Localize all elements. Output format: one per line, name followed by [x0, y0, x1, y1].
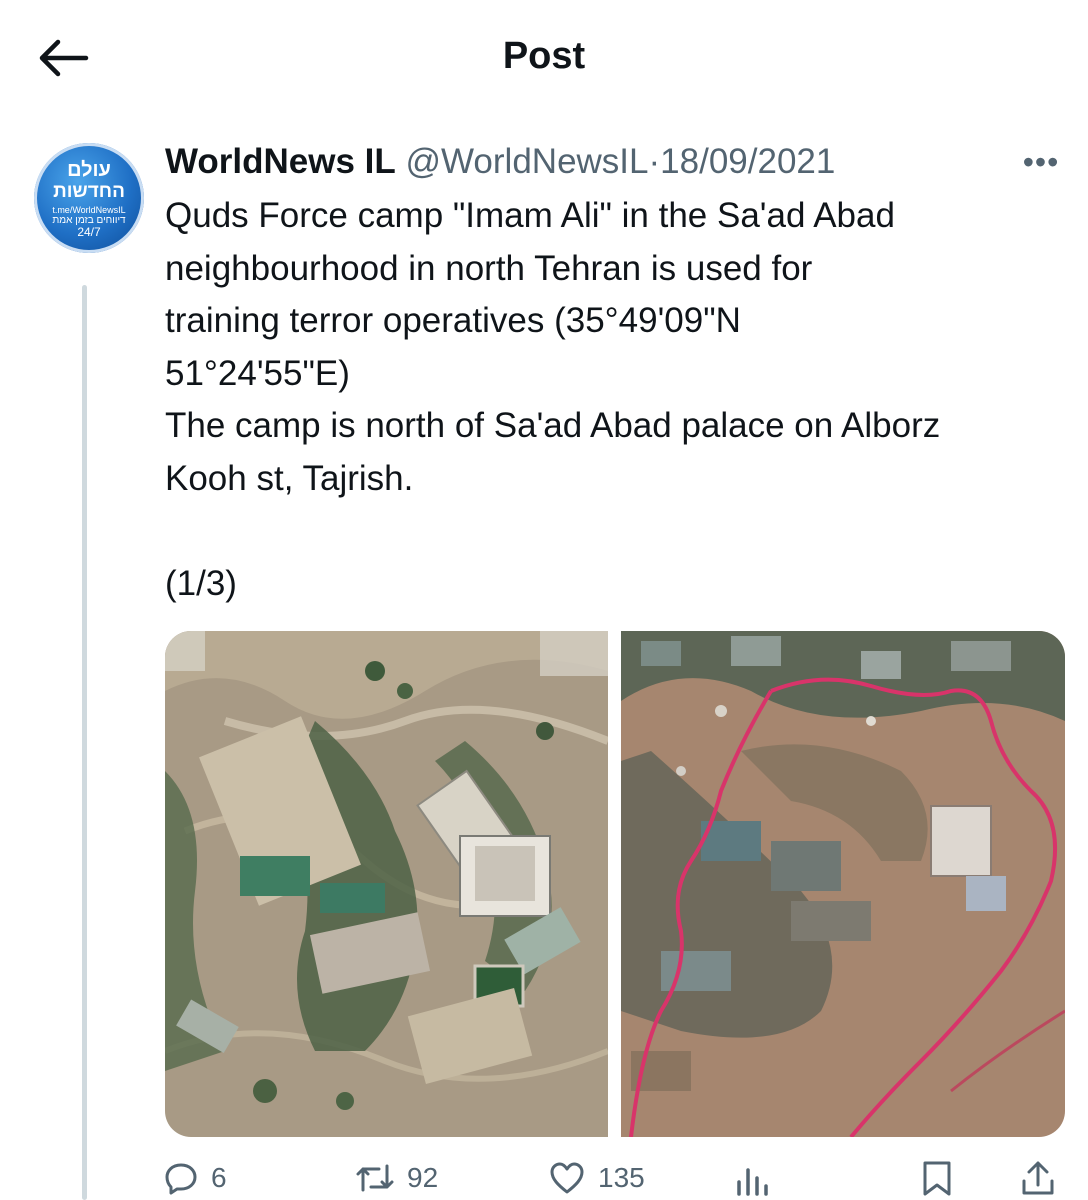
separator-dot: ·: [648, 142, 661, 181]
reply-count: 6: [211, 1162, 227, 1193]
tweet-text-line: training terror operatives (35°49'09"N: [165, 301, 741, 340]
reply-bubble-icon: [165, 1163, 197, 1195]
media-grid: [165, 631, 1065, 1137]
display-name[interactable]: WorldNews IL: [165, 142, 396, 181]
tweet-text-line: Kooh st, Tajrish.: [165, 458, 414, 498]
repost-count: 92: [407, 1162, 439, 1193]
like-count: 135: [598, 1162, 645, 1193]
satellite-image-right[interactable]: [621, 631, 1065, 1137]
tweet-text-line: [165, 505, 1075, 558]
tweet-text-line: Quds Force camp "Imam Ali" in the Sa'ad …: [165, 196, 895, 235]
reply-button[interactable]: 6: [163, 1158, 227, 1198]
action-bar: 6 92 135: [0, 1148, 1088, 1200]
views-button[interactable]: [735, 1158, 771, 1198]
satellite-image-left[interactable]: [165, 631, 608, 1137]
more-button[interactable]: •••: [1016, 142, 1066, 182]
like-button[interactable]: 135: [548, 1158, 645, 1198]
bookmark-button[interactable]: [920, 1158, 954, 1198]
avatar-text: עולם: [67, 159, 111, 181]
tweet-text-line: neighbourhood in north Tehran is used fo…: [165, 248, 813, 288]
share-button[interactable]: [1020, 1158, 1056, 1198]
avatar-text: t.me/WorldNewsIL: [52, 205, 126, 215]
repost-icon: [356, 1164, 394, 1192]
more-dots-icon: •••: [1022, 144, 1060, 180]
post-date[interactable]: 18/09/2021: [660, 142, 835, 181]
avatar-text: החדשות: [53, 181, 125, 202]
tweet-text: Quds Force camp "Imam Ali" in the Sa'ad …: [165, 190, 1075, 610]
bookmark-icon: [923, 1161, 951, 1196]
handle[interactable]: @WorldNewsIL: [406, 142, 649, 181]
avatar-text: 24/7: [77, 225, 101, 239]
tweet-text-line: The camp is north of Sa'ad Abad palace o…: [165, 406, 941, 445]
tweet-text-line: 51°24'55"E): [165, 353, 350, 393]
heart-icon: [550, 1162, 584, 1194]
author-row: WorldNews IL @WorldNewsIL·18/09/2021: [165, 140, 835, 184]
tweet-text-line: (1/3): [165, 563, 237, 603]
repost-button[interactable]: 92: [355, 1158, 438, 1198]
thread-line: [82, 285, 87, 1200]
top-bar: Post: [0, 0, 1088, 115]
analytics-bars-icon: [737, 1168, 768, 1196]
page-title: Post: [502, 35, 586, 77]
avatar[interactable]: עולם החדשות t.me/WorldNewsIL דיווחים בזמ…: [34, 143, 144, 253]
share-upload-icon: [1022, 1161, 1054, 1195]
